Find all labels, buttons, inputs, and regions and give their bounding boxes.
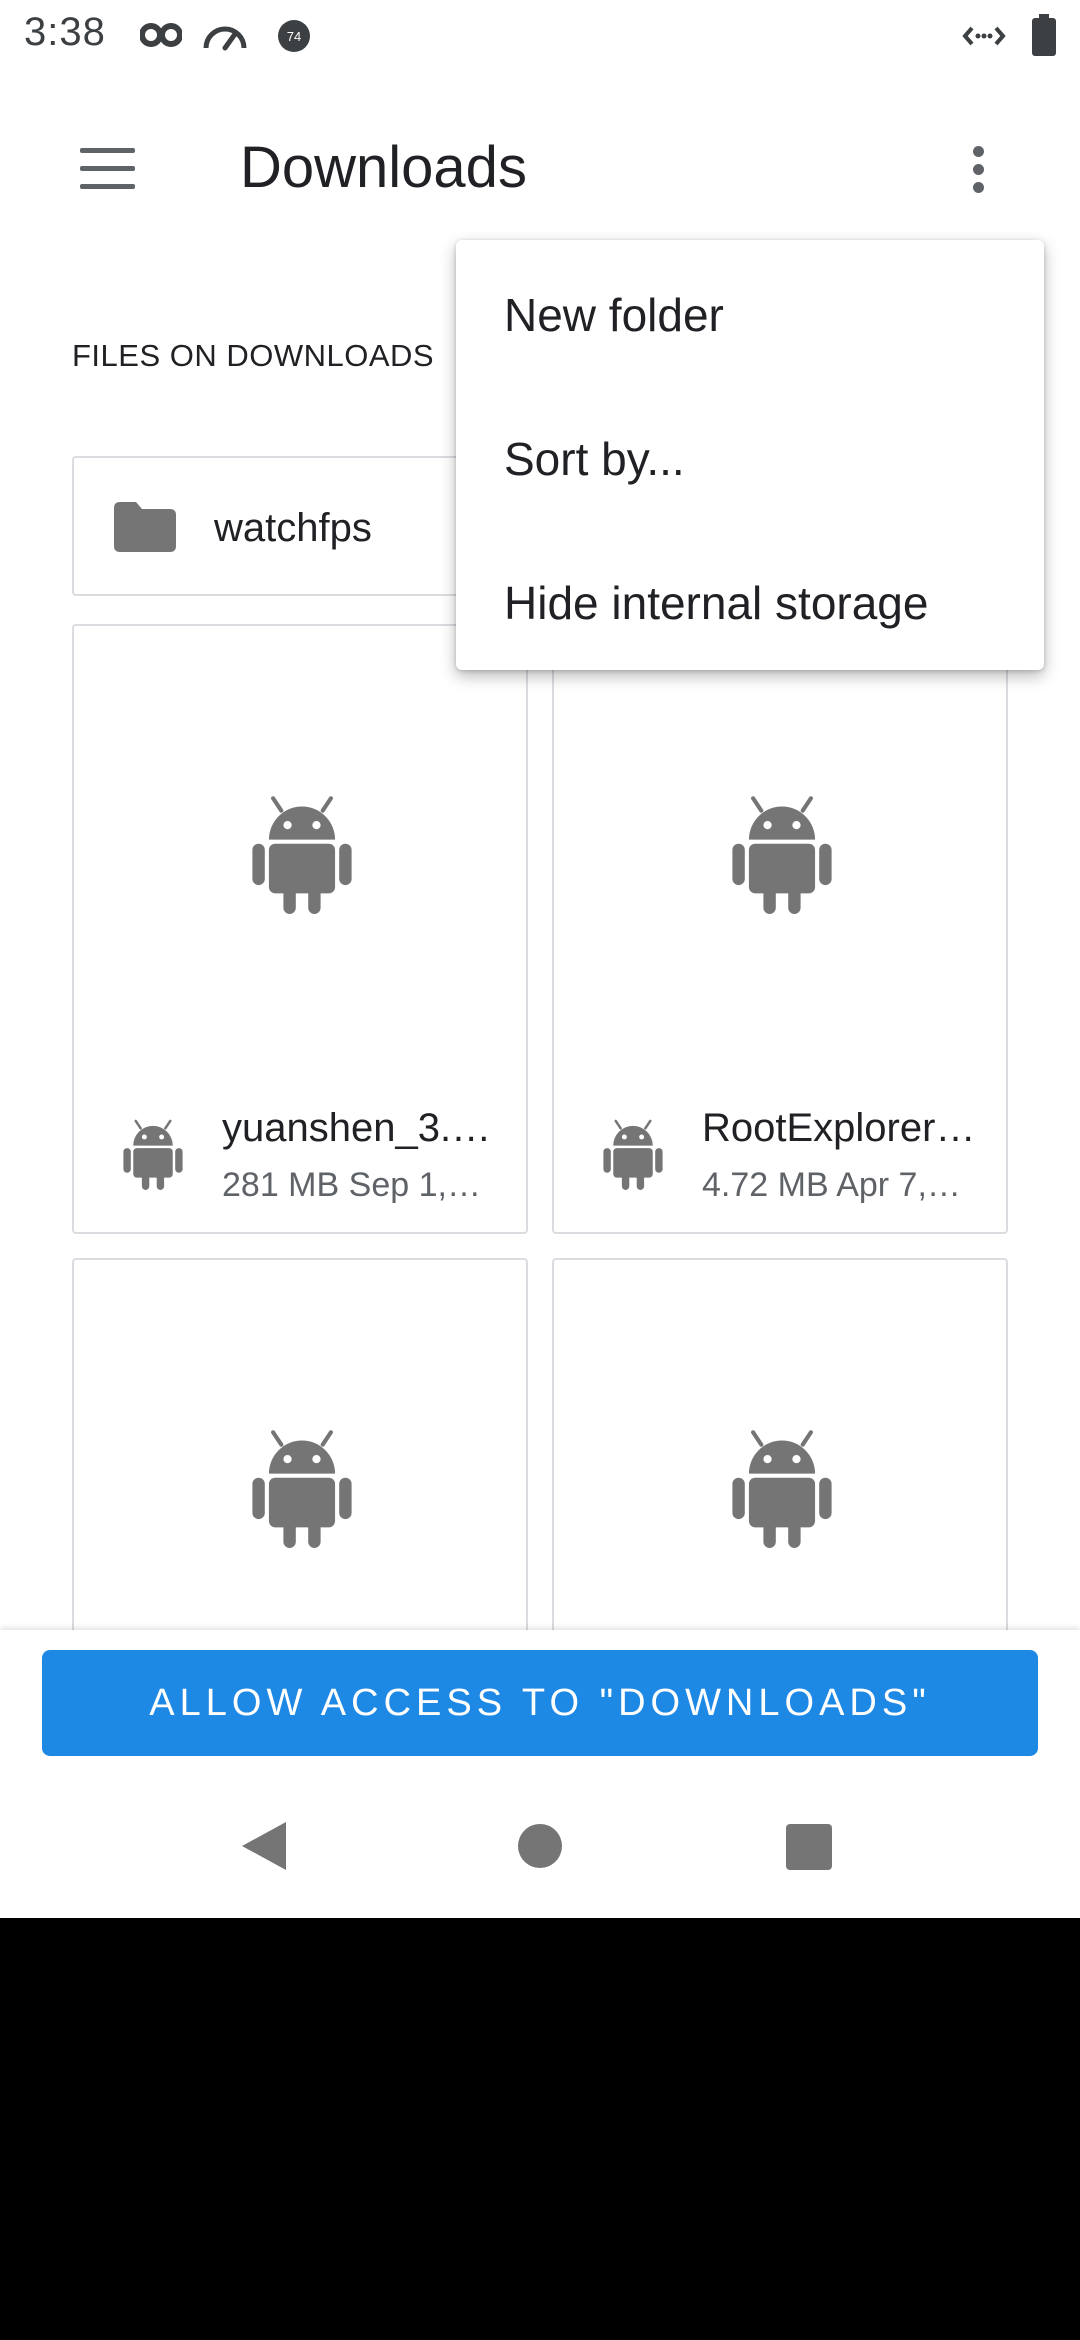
android-icon bbox=[250, 1424, 354, 1548]
android-icon bbox=[730, 1424, 834, 1548]
battery-icon bbox=[1032, 14, 1056, 61]
android-icon bbox=[250, 790, 354, 914]
menu-item-new-folder[interactable]: New folder bbox=[456, 240, 1044, 384]
badge-text: 74 bbox=[287, 29, 301, 44]
overflow-menu: New folder Sort by... Hide internal stor… bbox=[456, 240, 1044, 670]
folder-name: watchfps bbox=[214, 506, 372, 550]
android-icon bbox=[602, 1116, 664, 1190]
speedometer-icon bbox=[202, 18, 248, 57]
file-size: 4.72 MB bbox=[702, 1166, 829, 1204]
menu-item-sort-by[interactable]: Sort by... bbox=[456, 384, 1044, 528]
android-icon bbox=[122, 1116, 184, 1190]
screen: 3:38 74 Downloads FILES ON DOWNLOADS wat… bbox=[0, 0, 1080, 1918]
file-name: yuanshen_3.… bbox=[222, 1106, 492, 1150]
file-date: Apr 7,… bbox=[836, 1166, 961, 1204]
hamburger-menu-icon[interactable] bbox=[62, 134, 152, 204]
incognito-icon bbox=[139, 22, 183, 53]
recents-icon[interactable] bbox=[786, 1824, 832, 1870]
file-date: Sep 1,… bbox=[348, 1166, 481, 1204]
menu-item-hide-internal-storage[interactable]: Hide internal storage bbox=[456, 528, 1044, 672]
file-size: 281 MB bbox=[222, 1166, 340, 1204]
app-bar: Downloads bbox=[0, 72, 1080, 268]
allow-access-label: ALLOW ACCESS TO "DOWNLOADS" bbox=[149, 1682, 931, 1724]
menu-item-label: Sort by... bbox=[504, 433, 685, 485]
status-bar: 3:38 74 bbox=[0, 0, 1080, 72]
file-name: RootExplorer… bbox=[702, 1106, 976, 1150]
bottom-panel: ALLOW ACCESS TO "DOWNLOADS" bbox=[0, 1630, 1080, 1918]
more-vert-icon[interactable] bbox=[950, 134, 1006, 204]
notification-badge-icon: 74 bbox=[276, 18, 312, 59]
allow-access-button[interactable]: ALLOW ACCESS TO "DOWNLOADS" bbox=[42, 1650, 1038, 1756]
android-icon bbox=[730, 790, 834, 914]
menu-item-label: Hide internal storage bbox=[504, 577, 929, 629]
status-time: 3:38 bbox=[24, 10, 106, 54]
section-label: FILES ON DOWNLOADS bbox=[72, 338, 435, 373]
menu-item-label: New folder bbox=[504, 289, 724, 341]
file-card[interactable]: RootExplorer… 4.72 MB Apr 7,… bbox=[552, 624, 1008, 1234]
file-card[interactable]: yuanshen_3.… 281 MB Sep 1,… bbox=[72, 624, 528, 1234]
home-icon[interactable] bbox=[518, 1824, 562, 1868]
page-title: Downloads bbox=[240, 135, 527, 200]
file-meta: 281 MB Sep 1,… bbox=[222, 1166, 481, 1205]
folder-icon bbox=[114, 502, 176, 557]
back-icon[interactable] bbox=[242, 1822, 286, 1870]
data-transfer-icon bbox=[962, 22, 1006, 55]
file-meta: 4.72 MB Apr 7,… bbox=[702, 1166, 961, 1205]
